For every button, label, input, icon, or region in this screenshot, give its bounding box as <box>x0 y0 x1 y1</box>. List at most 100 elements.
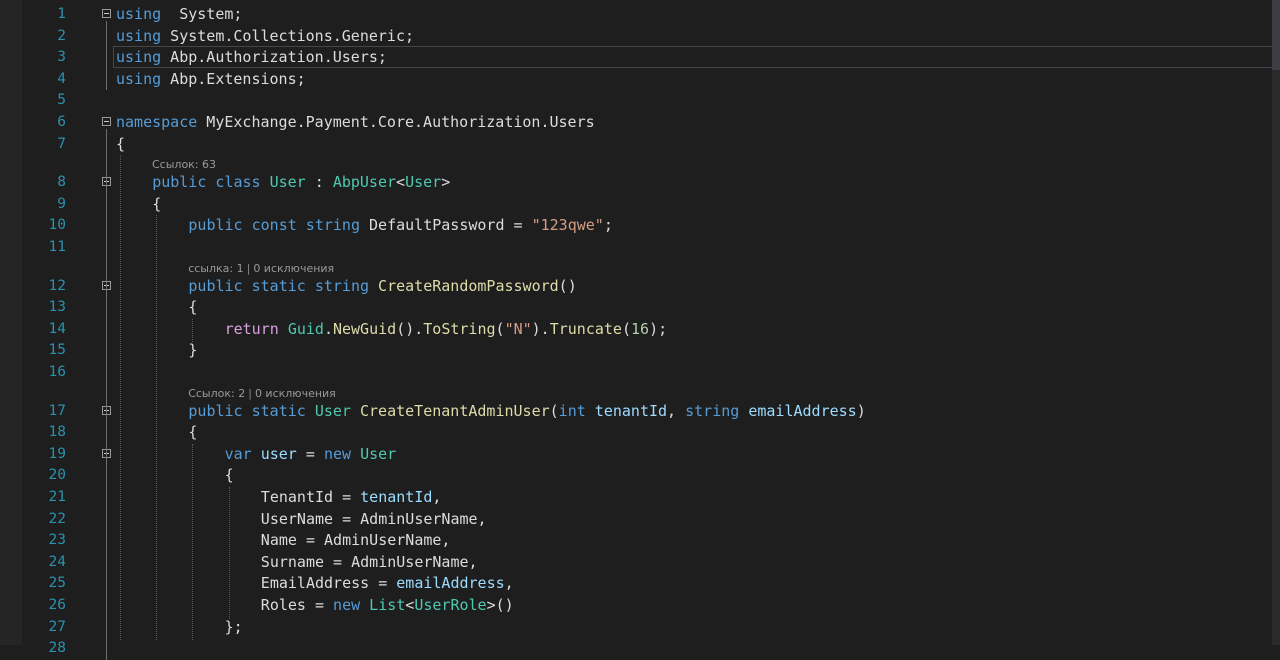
code-text: }; <box>225 617 243 639</box>
code-line[interactable]: 10 public const string DefaultPassword = … <box>0 215 1280 237</box>
code-token: var <box>224 444 252 463</box>
code-text: public static string CreateRandomPasswor… <box>188 276 576 298</box>
code-token: User <box>360 444 397 463</box>
code-text: { <box>152 194 161 216</box>
code-token: EmailAddress = <box>260 574 397 593</box>
line-number: 22 <box>48 510 66 527</box>
line-number: 9 <box>57 195 66 212</box>
code-token: { <box>188 423 198 442</box>
fold-toggle-icon[interactable] <box>102 9 111 18</box>
code-text: Name = AdminUserName, <box>261 530 451 552</box>
line-number: 10 <box>48 217 66 234</box>
code-token: tenantId <box>360 488 433 506</box>
code-text: public class User : AbpUser<User> <box>152 172 450 194</box>
code-line[interactable]: 2 using System.Collections.Generic; <box>0 26 1280 48</box>
code-line[interactable]: 5 <box>0 90 1280 112</box>
code-token: { <box>224 466 234 485</box>
code-line[interactable]: 15} <box>0 340 1280 362</box>
code-token: User <box>405 173 442 192</box>
line-number: 11 <box>48 239 66 255</box>
code-token: using <box>116 5 162 23</box>
line-number: 14 <box>48 320 66 337</box>
line-number: 27 <box>48 618 66 635</box>
codelens-references[interactable]: ссылка: 1 | 0 исключения <box>188 262 334 276</box>
code-token: MyExchange.Payment.Core.Authorization.Us… <box>197 113 595 131</box>
code-line[interactable]: 12 public static string CreateRandomPassw… <box>0 276 1280 298</box>
code-text: { <box>188 297 197 319</box>
code-text: UserName = AdminUserName, <box>261 509 487 531</box>
code-token: = <box>296 444 324 463</box>
line-number: 20 <box>48 467 66 484</box>
code-editor[interactable]: 1 using System; 2 using System.Collections.… <box>0 0 1280 660</box>
code-token: public <box>188 401 243 420</box>
indent-guide <box>192 443 194 641</box>
line-number: 4 <box>57 70 66 87</box>
code-token: static <box>251 401 306 420</box>
line-number: 26 <box>48 597 66 613</box>
scrollbar-thumb[interactable] <box>1272 0 1280 70</box>
codelens-refs[interactable]: Ссылок: 2 <box>188 387 245 400</box>
code-token: Abp.Authorization.Users; <box>161 48 387 67</box>
code-token: using <box>116 48 162 67</box>
code-token: } <box>188 341 198 360</box>
code-line[interactable]: 7{ <box>0 134 1280 156</box>
codelens-exceptions[interactable]: 0 исключения <box>253 262 334 275</box>
code-line[interactable]: 13 { <box>0 297 1280 319</box>
code-line[interactable]: 6 namespace MyExchange.Payment.Core.Autho… <box>0 112 1280 134</box>
code-token: public <box>188 216 243 235</box>
code-token: User <box>269 173 306 192</box>
code-token: List <box>369 596 406 614</box>
code-token: new <box>333 596 361 614</box>
code-text: public static User CreateTenantAdminUser… <box>188 401 865 423</box>
code-line[interactable]: 16 <box>0 362 1280 384</box>
code-line[interactable]: 11 <box>0 237 1280 259</box>
codelens-exceptions[interactable]: 0 исключения <box>255 387 336 400</box>
code-line[interactable]: 17 public static User CreateTenantAdminUs… <box>0 401 1280 423</box>
code-token: CreateTenantAdminUser <box>359 401 550 420</box>
code-token: Name = AdminUserName, <box>260 531 451 550</box>
code-token: const <box>251 216 297 235</box>
code-text: using Abp.Authorization.Users; <box>116 47 387 69</box>
code-token: Abp.Extensions; <box>161 69 306 88</box>
code-token: return <box>224 319 279 338</box>
codelens-references[interactable]: Ссылок: 2 | 0 исключения <box>188 387 336 401</box>
code-line[interactable]: 3 using Abp.Authorization.Users; <box>0 47 1280 69</box>
code-line[interactable]: 28 <box>0 638 1280 660</box>
line-number: 7 <box>57 135 66 152</box>
code-token: using <box>116 69 162 88</box>
code-line[interactable]: 1 using System; <box>0 4 1280 26</box>
code-text: { <box>225 465 234 487</box>
fold-region-line <box>106 21 107 91</box>
code-token: class <box>215 173 261 192</box>
line-number: 15 <box>48 342 66 359</box>
code-line[interactable]: 18 { <box>0 422 1280 444</box>
codelens-refs[interactable]: ссылка: 1 <box>188 262 243 275</box>
code-text: Surname = AdminUserName, <box>261 552 478 574</box>
code-token: string <box>305 216 360 235</box>
code-token: emailAddress <box>748 401 857 420</box>
code-token: string <box>685 401 740 420</box>
code-line[interactable]: 8 public class User : AbpUser<User> <box>0 172 1280 194</box>
codelens-refs[interactable]: Ссылок: 63 <box>152 158 216 171</box>
code-token: , <box>504 574 514 593</box>
code-line[interactable]: 9{ <box>0 194 1280 216</box>
code-text: var user = new User <box>225 444 397 466</box>
indent-guide <box>120 155 121 641</box>
code-line[interactable]: 4 using Abp.Extensions; <box>0 69 1280 91</box>
code-token: Guid <box>287 319 324 338</box>
code-token: ToString <box>423 319 496 338</box>
vertical-scrollbar[interactable] <box>1272 0 1280 645</box>
fold-toggle-icon[interactable] <box>102 117 111 126</box>
code-token: string <box>314 276 370 295</box>
codelens-references[interactable]: Ссылок: 63 <box>152 158 216 172</box>
code-token: }; <box>224 617 243 636</box>
code-token: User <box>314 401 351 420</box>
code-token: TenantId = <box>260 488 361 506</box>
